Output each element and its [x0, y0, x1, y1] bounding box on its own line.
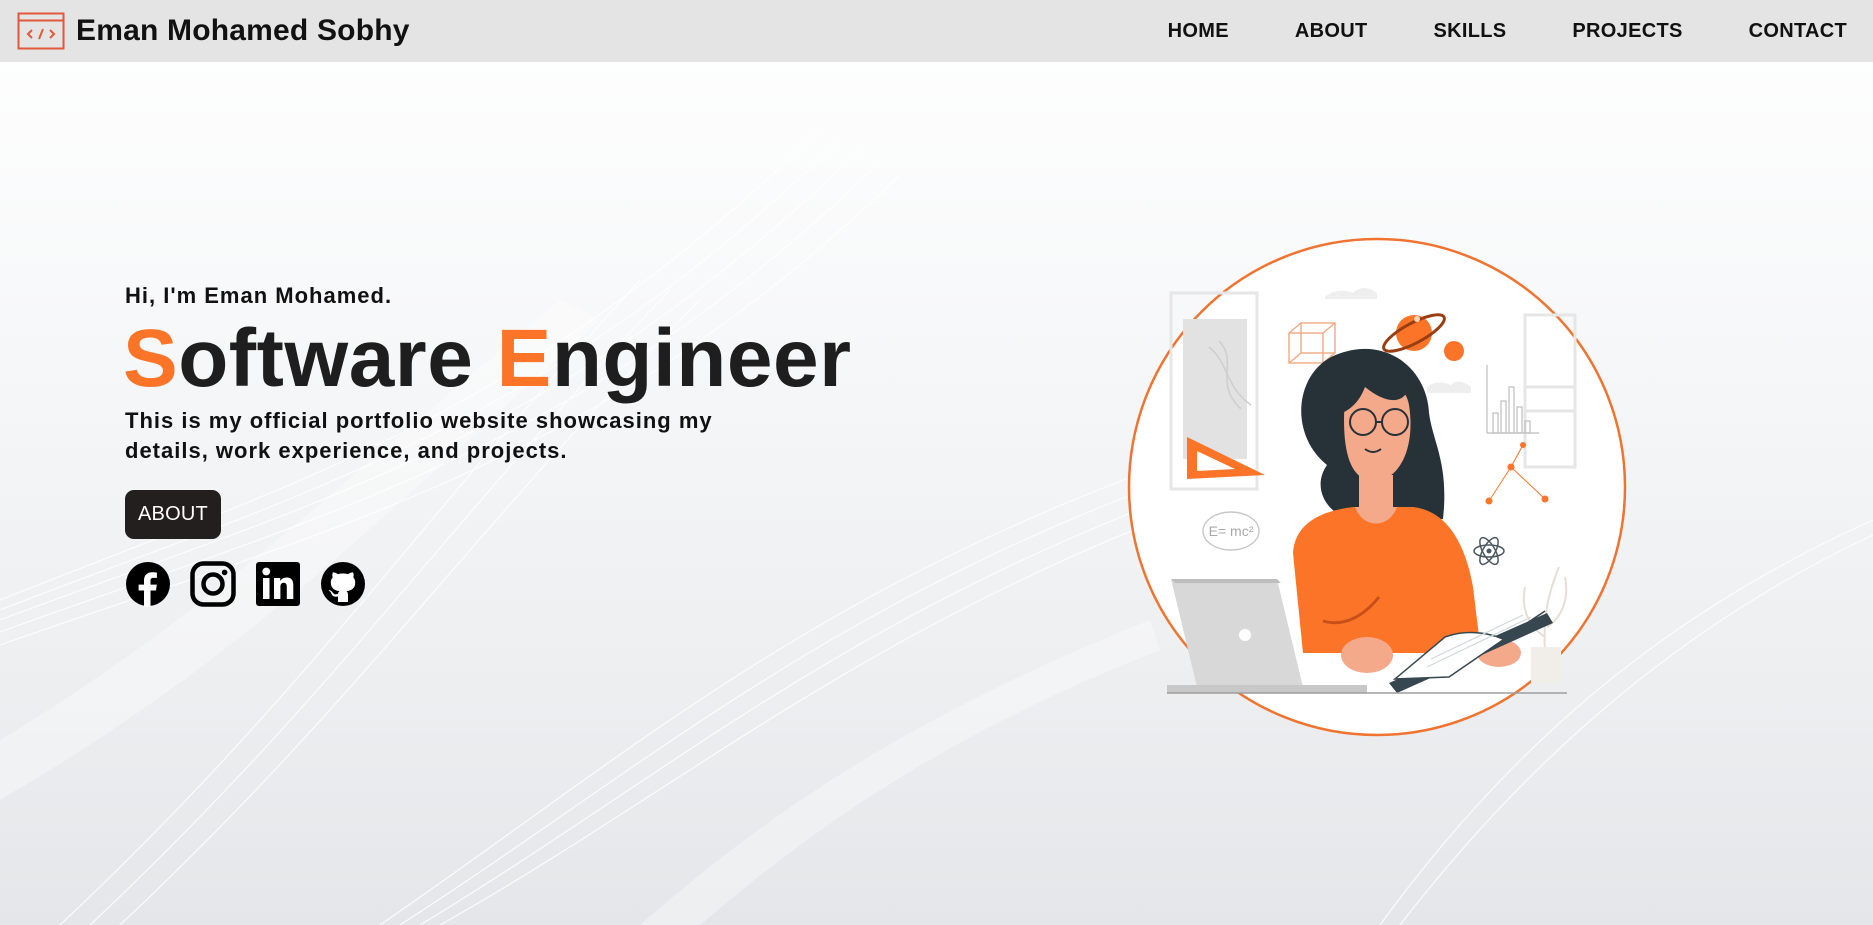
nav-menu: HOME ABOUT SKILLS PROJECTS CONTACT [1102, 0, 1847, 62]
hero-description: This is my official portfolio website sh… [125, 408, 713, 463]
title-letter-s: S [123, 313, 179, 404]
social-links [125, 561, 851, 607]
code-window-icon [17, 12, 65, 50]
title-letter-e: E [496, 313, 552, 404]
facebook-icon[interactable] [125, 561, 171, 607]
hero-section: Hi, I'm Eman Mohamed. Software Engineer … [123, 283, 851, 607]
nav-projects-link[interactable]: PROJECTS [1572, 20, 1682, 43]
formula-text: E= mc² [1209, 523, 1254, 539]
nav-skills-link[interactable]: SKILLS [1433, 20, 1506, 43]
nav-home-link[interactable]: HOME [1168, 20, 1229, 43]
nav-contact-link[interactable]: CONTACT [1749, 20, 1847, 43]
title-word-software-rest: oftware [178, 313, 474, 404]
top-navbar: Eman Mohamed Sobhy HOME ABOUT SKILLS PRO… [0, 0, 1873, 62]
nav-about-link[interactable]: ABOUT [1295, 20, 1368, 43]
hero-title: Software Engineer [123, 311, 851, 406]
about-button[interactable]: ABOUT [125, 490, 221, 539]
hero-greeting: Hi, I'm Eman Mohamed. [125, 283, 393, 308]
linkedin-icon[interactable] [255, 561, 301, 607]
github-icon[interactable] [320, 561, 366, 607]
title-word-engineer-rest: ngineer [551, 313, 852, 404]
brand-name: Eman Mohamed Sobhy [76, 14, 410, 47]
instagram-icon[interactable] [190, 561, 236, 607]
hero-illustration: E= mc² [1127, 237, 1627, 737]
brand-logo-link[interactable]: Eman Mohamed Sobhy [17, 12, 410, 50]
